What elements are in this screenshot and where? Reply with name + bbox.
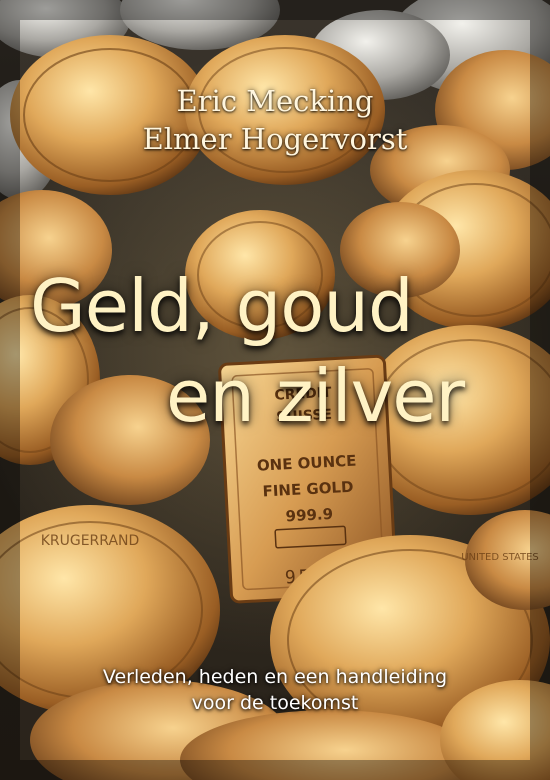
title-line: Geld, goud bbox=[30, 264, 414, 348]
bar-text: 999.9 bbox=[285, 505, 333, 525]
author-name: Elmer Hogervorst bbox=[142, 122, 408, 156]
subtitle-line: voor de toekomst bbox=[191, 692, 359, 714]
author-name: Eric Mecking bbox=[176, 84, 374, 118]
coin-inscription: KRUGERRAND bbox=[41, 533, 140, 549]
coin-inscription: UNITED STATES bbox=[461, 552, 539, 563]
subtitle-line: Verleden, heden en een handleiding bbox=[102, 666, 448, 688]
author-names: Eric Mecking Elmer Hogervorst bbox=[0, 82, 550, 158]
book-cover: CREDIT SUISSE ONE OUNCE FINE GOLD 999.9 … bbox=[0, 0, 550, 780]
book-subtitle: Verleden, heden en een handleiding voor … bbox=[0, 664, 550, 716]
title-line: en zilver bbox=[166, 354, 465, 438]
